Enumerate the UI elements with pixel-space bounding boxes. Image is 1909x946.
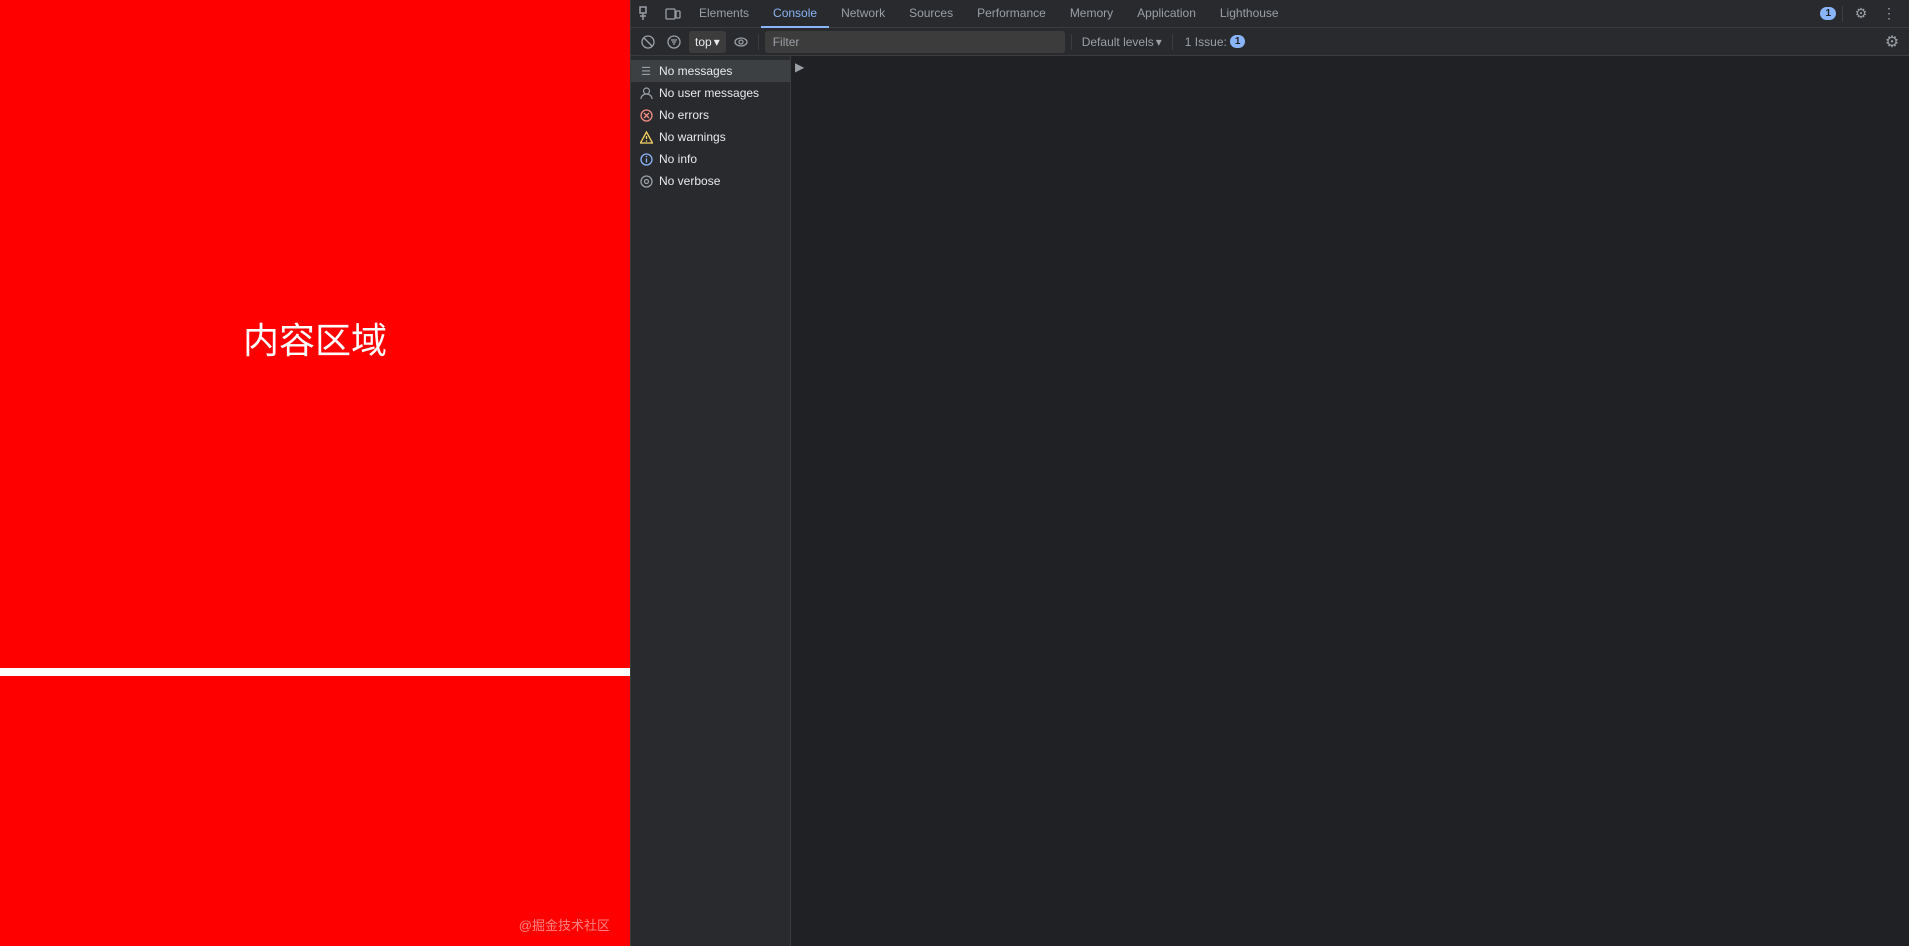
console-settings-icon[interactable]: ⚙	[1881, 31, 1903, 53]
clear-console-button[interactable]	[637, 31, 659, 53]
sidebar-item-errors[interactable]: No errors	[631, 104, 790, 126]
page-content-text: 内容区域	[243, 312, 387, 364]
warning-icon	[639, 130, 653, 144]
more-options-icon[interactable]: ⋮	[1877, 2, 1901, 26]
sidebar-verbose-label: No verbose	[659, 174, 720, 188]
console-content: ☰ No messages No user messages	[631, 56, 1909, 946]
page-attribution: @掘金技术社区	[519, 915, 610, 934]
error-icon	[639, 108, 653, 122]
sidebar-item-warnings[interactable]: No warnings	[631, 126, 790, 148]
sidebar-item-info[interactable]: No info	[631, 148, 790, 170]
context-label: top	[695, 35, 712, 49]
tab-elements[interactable]: Elements	[687, 0, 761, 28]
device-toggle-icon[interactable]	[661, 2, 685, 26]
tab-lighthouse[interactable]: Lighthouse	[1208, 0, 1291, 28]
context-selector[interactable]: top ▾	[689, 31, 726, 53]
toolbar-divider-2	[758, 34, 759, 50]
sidebar-warnings-label: No warnings	[659, 130, 726, 144]
sidebar-messages-label: No messages	[659, 64, 732, 78]
devtools-top-toolbar: Elements Console Network Sources Perform…	[631, 0, 1909, 28]
default-levels-button[interactable]: Default levels ▾	[1078, 31, 1166, 53]
sidebar-item-verbose[interactable]: No verbose	[631, 170, 790, 192]
tab-network[interactable]: Network	[829, 0, 897, 28]
inspect-element-icon[interactable]	[635, 2, 659, 26]
filter-input[interactable]	[765, 31, 1065, 53]
sidebar-item-user-messages[interactable]: No user messages	[631, 82, 790, 104]
dropdown-arrow-icon: ▾	[714, 35, 720, 49]
console-sidebar: ☰ No messages No user messages	[631, 56, 791, 946]
tab-application[interactable]: Application	[1125, 0, 1208, 28]
default-levels-label: Default levels	[1082, 35, 1154, 49]
console-main-area: ▶	[791, 56, 1909, 946]
levels-dropdown-arrow: ▾	[1156, 35, 1162, 49]
user-messages-icon	[639, 86, 653, 100]
tab-sources[interactable]: Sources	[897, 0, 965, 28]
sidebar-item-messages[interactable]: ☰ No messages	[631, 60, 790, 82]
toolbar-divider-3	[1071, 34, 1072, 50]
devtools-panel: Elements Console Network Sources Perform…	[630, 0, 1909, 946]
eye-icon[interactable]	[730, 31, 752, 53]
toolbar-divider-4	[1172, 34, 1173, 50]
console-toolbar: top ▾ Default levels ▾ 1 Issue: 1 ⚙	[631, 28, 1909, 56]
console-expand-arrow[interactable]: ▶	[795, 60, 804, 74]
issue-label: 1 Issue:	[1185, 35, 1227, 49]
toolbar-divider	[1842, 6, 1843, 22]
messages-icon: ☰	[639, 64, 653, 78]
issue-number-badge: 1	[1230, 35, 1246, 48]
verbose-icon	[639, 174, 653, 188]
sidebar-errors-label: No errors	[659, 108, 709, 122]
sidebar-user-label: No user messages	[659, 86, 759, 100]
tab-memory[interactable]: Memory	[1058, 0, 1125, 28]
tab-performance[interactable]: Performance	[965, 0, 1058, 28]
page-red-bottom	[0, 676, 630, 946]
filter-toggle-icon[interactable]	[663, 31, 685, 53]
issues-badge[interactable]: 1	[1820, 7, 1836, 20]
tab-console[interactable]: Console	[761, 0, 829, 28]
sidebar-info-label: No info	[659, 152, 697, 166]
devtools-right-icons: 1 ⚙ ⋮	[1820, 2, 1905, 26]
settings-icon[interactable]: ⚙	[1849, 2, 1873, 26]
info-icon	[639, 152, 653, 166]
devtools-tabs: Elements Console Network Sources Perform…	[687, 0, 1818, 28]
issue-count-badge[interactable]: 1 Issue: 1	[1179, 35, 1252, 49]
